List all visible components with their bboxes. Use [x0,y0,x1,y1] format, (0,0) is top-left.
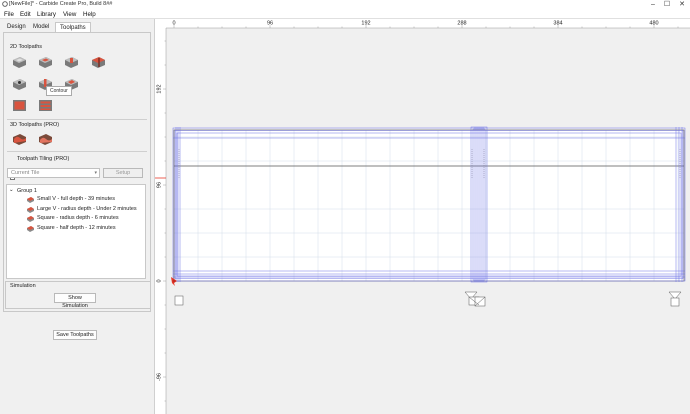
top-ruler-label: 480 [649,21,658,27]
simulation-group: Simulation Show Simulation [5,281,151,309]
pocket-icon [39,57,52,68]
top-ruler-label: 192 [361,21,370,27]
contour-tooltip: Contour [46,86,72,96]
current-tile-select[interactable]: Current Tile ▾ [7,168,100,178]
save-toolpaths-button[interactable]: Save Toolpaths [53,330,97,340]
top-ruler-label: 0 [172,21,175,27]
vbit-tool-marker-right [668,291,682,307]
window-title: [NewFile]* - Carbide Create Pro, Build 8… [9,1,113,7]
maximize-button[interactable]: ☐ [662,0,672,9]
title-bar: [NewFile]* - Carbide Create Pro, Build 8… [0,0,690,9]
chamfer-toolpath-button[interactable] [11,97,28,114]
square-tool-marker [174,295,184,306]
menu-bar: File Edit Library View Help [0,9,690,19]
tab-model[interactable]: Model [29,22,53,32]
show-simulation-button[interactable]: Show Simulation [54,293,96,309]
toolpaths-panel: Design Model Toolpaths 2D Toolpaths Cont… [0,19,155,414]
drill-hole-icon [13,79,26,90]
canvas-svg[interactable]: 0 96 192 288 384 480 192 96 0 -96 [155,19,690,414]
top-ruler [155,19,690,28]
3d-roughing-toolpath-button[interactable] [11,131,28,148]
pocket-toolpath-button[interactable] [37,54,54,71]
3d-finishing-toolpath-button[interactable] [37,131,54,148]
tab-design[interactable]: Design [3,22,30,32]
drill-hole-toolpath-button[interactable] [11,76,28,93]
top-ruler-label: 96 [267,21,273,27]
toolpath-icon [27,206,34,213]
design-canvas[interactable]: 0 96 192 288 384 480 192 96 0 -96 [155,19,690,414]
menu-edit[interactable]: Edit [20,11,31,18]
top-ruler-label: 384 [553,21,562,27]
toolpath-item[interactable]: Large V - radius depth - Under 2 minutes [37,206,137,212]
chevron-down-icon: ▾ [94,170,97,176]
contour-toolpath-button[interactable] [11,54,28,71]
divider [7,119,147,120]
toolpath-item[interactable]: Small V - full depth - 39 minutes [37,196,115,202]
menu-help[interactable]: Help [83,11,96,18]
contour-icon [13,57,26,68]
menu-library[interactable]: Library [37,11,56,18]
3d-toolpaths-label: 3D Toolpaths (PRO) [10,122,60,128]
top-ruler-label: 288 [457,21,466,27]
stock-area [173,129,685,282]
toolpath-icon [27,216,34,222]
close-button[interactable]: ✕ [677,0,687,9]
rest-machining-toolpath-button[interactable] [37,97,54,114]
left-ruler-label: 96 [157,182,163,188]
drill-icon [65,57,78,68]
minimize-button[interactable]: – [648,0,658,9]
toolpath-icon [27,197,34,203]
collapse-icon[interactable]: ⌄ [9,187,14,193]
toolpath-tiling-label: Toolpath Tiling (PRO) [17,156,70,162]
rest-machining-icon [39,100,52,111]
left-ruler-label: 0 [157,279,163,282]
vcarve-toolpath-button[interactable] [90,54,107,71]
3d-finishing-icon [39,134,52,145]
left-ruler-label: -96 [157,373,163,381]
2d-toolpaths-label: 2D Toolpaths [10,44,43,50]
left-ruler [155,19,166,414]
menu-file[interactable]: File [4,11,14,18]
3d-roughing-icon [13,134,26,145]
divider [7,151,147,152]
toolpath-list: ⌄ Group 1 Small V - full depth - 39 minu… [6,184,146,279]
menu-view[interactable]: View [63,11,76,18]
vbit-tool-marker [464,291,486,307]
current-tile-value: Current Tile [11,170,40,176]
chamfer-icon [13,100,26,111]
vcarve-icon [92,57,105,68]
group-label[interactable]: Group 1 [17,188,37,194]
simulation-label: Simulation [10,283,36,289]
toolpath-item[interactable]: Square - half depth - 12 minutes [37,225,116,231]
toolpath-item[interactable]: Square - radius depth - 6 minutes [37,215,119,221]
left-ruler-label: 192 [157,84,163,93]
setup-button[interactable]: Setup [103,168,143,178]
toolpath-icon [27,225,34,232]
drill-toolpath-button[interactable] [63,54,80,71]
app-icon [2,1,8,7]
